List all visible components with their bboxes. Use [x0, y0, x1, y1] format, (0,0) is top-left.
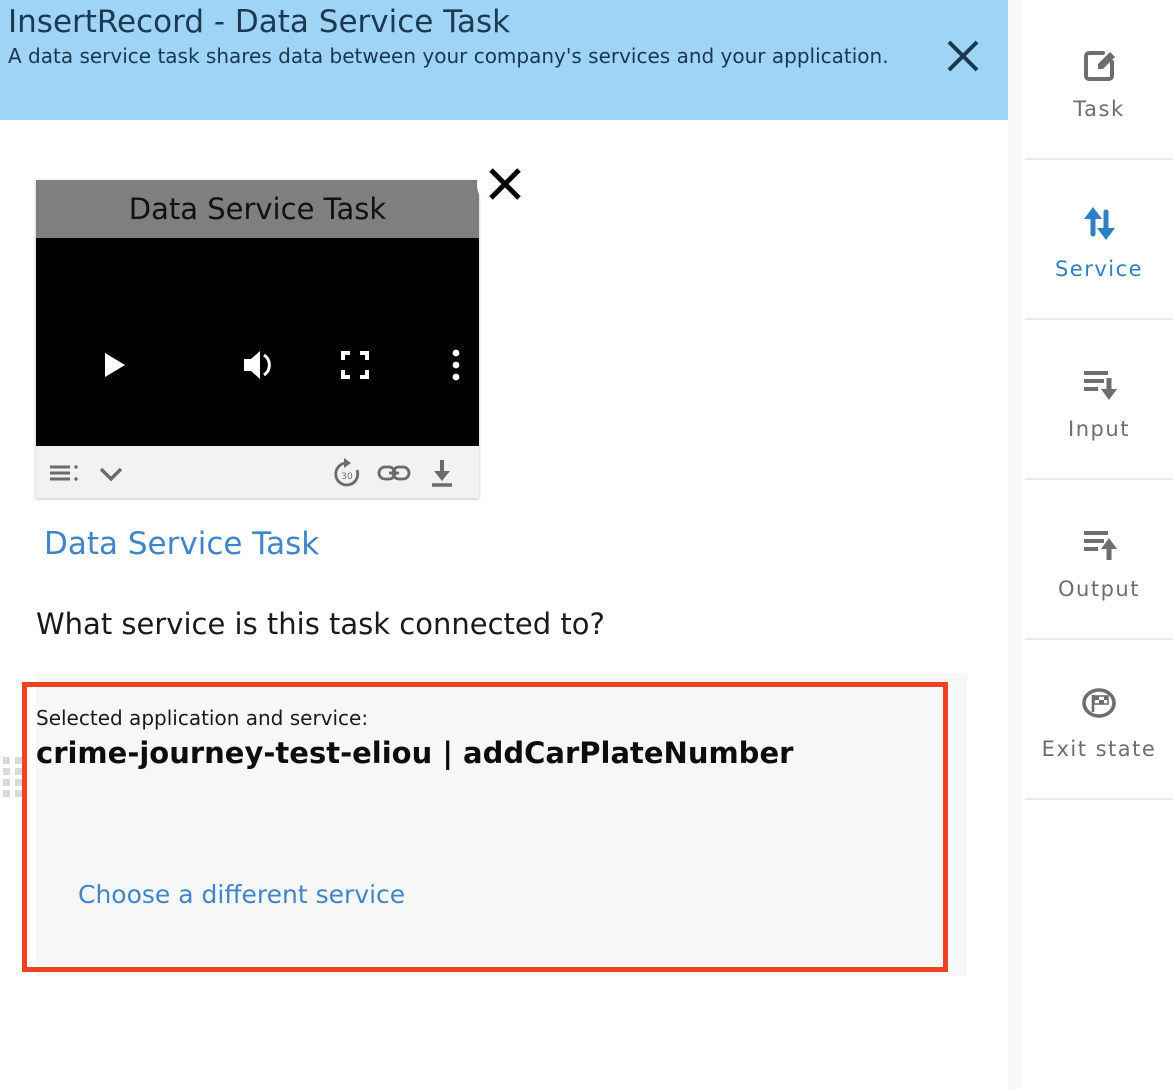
page-title: InsertRecord - Data Service Task [8, 4, 511, 40]
playlist-icon[interactable] [48, 457, 82, 489]
service-arrows-icon [1076, 196, 1122, 250]
more-options-icon[interactable] [434, 342, 478, 388]
sidebar-item-output[interactable]: Output [1025, 480, 1173, 640]
chevron-down-icon[interactable] [94, 457, 128, 489]
fullscreen-icon[interactable] [333, 342, 377, 388]
sidebar-item-label: Exit state [1041, 737, 1157, 761]
selected-service-card: Selected application and service: crime-… [36, 673, 967, 976]
sidebar-item-label: Output [1058, 577, 1140, 601]
video-embed: Data Service Task 30 [36, 156, 533, 498]
copy-link-icon[interactable] [377, 457, 411, 489]
question-text: What service is this task connected to? [36, 607, 605, 641]
sidebar-item-label: Input [1068, 417, 1130, 441]
video-close-icon[interactable] [477, 156, 533, 212]
data-service-task-link[interactable]: Data Service Task [44, 524, 319, 564]
panel-scrollbar[interactable] [1008, 0, 1021, 1089]
drag-handle[interactable] [3, 757, 22, 798]
sidebar-item-input[interactable]: Input [1025, 320, 1173, 480]
task-edit-icon [1076, 36, 1122, 90]
sidebar: Task Service Input Output Exit state [1025, 0, 1173, 1089]
video-title: Data Service Task [36, 180, 479, 238]
sidebar-item-label: Service [1054, 257, 1144, 281]
sidebar-item-exit-state[interactable]: Exit state [1025, 640, 1173, 800]
svg-text:30: 30 [341, 472, 353, 482]
choose-different-service-link[interactable]: Choose a different service [78, 879, 405, 911]
video-surface[interactable] [36, 238, 479, 456]
video-controls [36, 342, 479, 398]
close-icon[interactable] [943, 36, 983, 76]
page-subtitle: A data service task shares data between … [8, 44, 889, 68]
sidebar-item-service[interactable]: Service [1025, 160, 1173, 320]
play-icon[interactable] [92, 342, 136, 388]
output-lines-up-icon [1076, 516, 1122, 570]
main-panel: InsertRecord - Data Service Task A data … [0, 0, 1021, 1089]
selected-service-value: crime-journey-test-eliou | addCarPlateNu… [36, 736, 794, 770]
exit-state-flag-icon [1076, 676, 1122, 730]
sidebar-item-task[interactable]: Task [1025, 0, 1173, 160]
dialog-header: InsertRecord - Data Service Task A data … [0, 0, 1021, 120]
download-icon[interactable] [425, 457, 459, 489]
volume-icon[interactable] [236, 342, 280, 388]
selected-service-label: Selected application and service: [36, 706, 369, 730]
replay-30-icon[interactable]: 30 [330, 457, 364, 489]
video-player: Data Service Task 30 [36, 180, 479, 498]
video-toolbar: 30 [36, 446, 479, 498]
sidebar-item-label: Task [1073, 97, 1125, 121]
input-lines-down-icon [1076, 356, 1122, 410]
app-root: InsertRecord - Data Service Task A data … [0, 0, 1173, 1089]
